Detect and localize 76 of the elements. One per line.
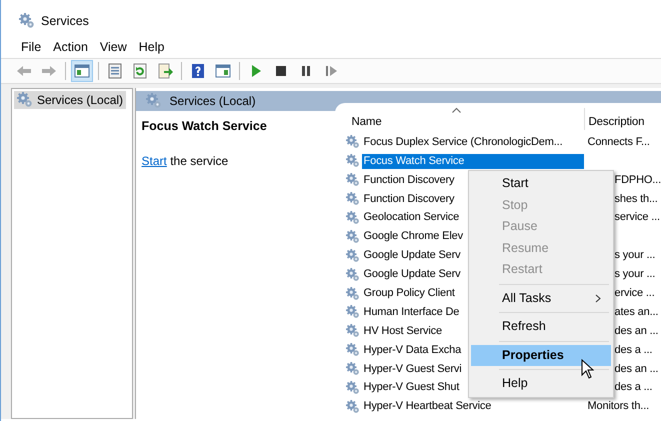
service-description: FDPHO... bbox=[614, 174, 661, 187]
help-icon bbox=[190, 63, 206, 79]
menu-item[interactable]: Start bbox=[471, 173, 611, 194]
column-header[interactable]: Name bbox=[346, 116, 584, 130]
service-description: s your ... bbox=[614, 268, 656, 282]
column-header[interactable]: Description bbox=[584, 108, 644, 130]
service-description: des an ... bbox=[614, 362, 658, 376]
service-name[interactable]: Geolocation Service bbox=[362, 210, 462, 226]
back-arrow-icon bbox=[16, 63, 32, 79]
start-service-text: Start the service bbox=[142, 154, 230, 168]
start-link[interactable]: Start bbox=[142, 154, 167, 168]
service-description: des a ... bbox=[614, 381, 652, 395]
gear-icon bbox=[346, 305, 360, 320]
service-name[interactable]: Hyper-V Guest Shut bbox=[362, 380, 462, 396]
submenu-chevron-icon bbox=[595, 294, 601, 303]
pane-title: Services (Local) bbox=[170, 94, 256, 108]
service-name[interactable]: Focus Watch Service bbox=[362, 154, 584, 169]
gear-icon bbox=[346, 268, 360, 282]
service-description: ervice ... bbox=[614, 286, 655, 300]
service-description: Connects F... bbox=[588, 136, 650, 150]
service-name[interactable]: HV Host Service bbox=[362, 324, 444, 339]
service-description: shes th... bbox=[614, 192, 658, 206]
resume-icon bbox=[323, 63, 339, 79]
gear-icon bbox=[346, 248, 360, 263]
window-title: Services bbox=[41, 14, 89, 28]
service-name[interactable]: Function Discovery bbox=[362, 172, 456, 188]
menu-item[interactable]: Action bbox=[47, 38, 94, 56]
gear-icon bbox=[346, 173, 360, 188]
service-name[interactable]: Human Interface De bbox=[362, 304, 462, 320]
gear-icon bbox=[346, 135, 360, 150]
menu-item[interactable]: File bbox=[15, 38, 48, 56]
service-name[interactable]: Group Policy Client bbox=[362, 286, 457, 302]
service-description: ates an... bbox=[614, 306, 658, 320]
service-name[interactable]: Hyper-V Guest Servi bbox=[362, 362, 464, 377]
menu-item[interactable]: Refresh bbox=[471, 316, 611, 338]
service-name[interactable]: Focus Duplex Service (ChronologicDem... bbox=[362, 134, 564, 150]
stop-icon bbox=[273, 63, 289, 79]
export-icon bbox=[157, 63, 173, 79]
gear-icon bbox=[346, 362, 360, 376]
service-name[interactable]: Google Update Serv bbox=[362, 267, 463, 282]
menu-item[interactable]: View bbox=[94, 38, 133, 56]
forward-arrow-icon bbox=[41, 63, 57, 79]
sort-caret-icon bbox=[452, 107, 461, 114]
action-pane-icon bbox=[215, 63, 231, 79]
service-description: s your ... bbox=[614, 249, 656, 262]
gear-icon bbox=[17, 92, 33, 108]
service-name[interactable]: Hyper-V Data Excha bbox=[362, 342, 464, 358]
service-name[interactable]: Google Chrome Elev bbox=[362, 229, 465, 244]
console-tree-icon bbox=[74, 63, 90, 79]
gear-icon bbox=[346, 286, 360, 301]
service-title: Focus Watch Service bbox=[142, 119, 268, 134]
gear-icon bbox=[346, 381, 360, 396]
tree-item[interactable]: Services (Local) bbox=[14, 91, 126, 109]
service-description: service ... bbox=[614, 211, 660, 225]
gear-icon bbox=[146, 93, 162, 109]
service-description: des an ... bbox=[614, 324, 658, 338]
menu-item[interactable]: Properties bbox=[471, 344, 611, 366]
menu-item[interactable]: All Tasks bbox=[471, 288, 611, 309]
services-gear-icon bbox=[19, 13, 35, 29]
service-description: Monitors th... bbox=[588, 400, 650, 414]
gear-icon bbox=[346, 154, 360, 168]
properties-icon bbox=[107, 63, 123, 79]
menu-item[interactable]: Help bbox=[471, 373, 611, 394]
menu-item[interactable]: Help bbox=[132, 38, 170, 56]
refresh-icon bbox=[132, 63, 148, 79]
mouse-pointer-icon bbox=[581, 359, 594, 379]
gear-icon bbox=[346, 343, 360, 358]
gear-icon bbox=[346, 192, 360, 206]
gear-icon bbox=[346, 230, 360, 244]
service-name[interactable]: Function Discovery bbox=[362, 192, 456, 207]
service-name[interactable]: Google Update Serv bbox=[362, 248, 463, 264]
service-name[interactable]: Hyper-V Heartbeat Service bbox=[362, 399, 494, 414]
gear-icon bbox=[346, 211, 360, 225]
service-description: des a ... bbox=[614, 344, 652, 357]
gear-icon bbox=[346, 400, 360, 414]
gear-icon bbox=[346, 324, 360, 338]
